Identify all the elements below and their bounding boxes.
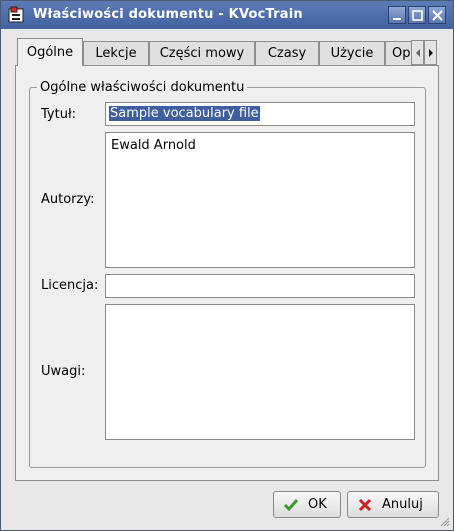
tab-label: Użycie: [330, 46, 374, 61]
close-icon: [432, 10, 443, 21]
checkmark-icon: [283, 499, 299, 512]
dialog-window: Właściwości dokumentu - KVocTrain Ogólne…: [0, 0, 454, 531]
tab-strip: Ogólne Lekcje Części mowy Czasy Użycie O…: [15, 31, 412, 67]
tab-general[interactable]: Ogólne: [17, 38, 83, 67]
tab-label: Lekcje: [95, 46, 137, 61]
authors-label: Autorzy:: [41, 192, 95, 207]
arrow-right-icon: [429, 49, 433, 57]
cancel-x-icon: [358, 498, 372, 512]
cancel-button[interactable]: Anuluj: [347, 491, 439, 518]
tab-parts-of-speech[interactable]: Części mowy: [149, 41, 255, 66]
resize-grip-icon[interactable]: [440, 517, 450, 527]
tab-options[interactable]: Op: [385, 41, 412, 66]
maximize-icon: [412, 10, 423, 21]
tab-lessons[interactable]: Lekcje: [83, 41, 149, 66]
title-input-value: Sample vocabulary file: [109, 106, 260, 121]
group-title: Ogólne właściwości dokumentu: [37, 80, 248, 95]
notes-textarea[interactable]: [105, 304, 415, 440]
license-input[interactable]: [105, 274, 415, 298]
ok-button[interactable]: OK: [273, 491, 341, 518]
tab-label: Ogólne: [26, 45, 74, 60]
arrow-left-icon: [416, 49, 420, 57]
close-window-button[interactable]: [428, 6, 446, 24]
window-title: Właściwości dokumentu - KVocTrain: [33, 7, 303, 22]
maximize-button[interactable]: [408, 6, 426, 24]
kvoctrain-app-icon: [8, 6, 24, 23]
cancel-button-label: Anuluj: [382, 497, 423, 512]
minimize-button[interactable]: [388, 6, 406, 24]
title-bar[interactable]: Właściwości dokumentu - KVocTrain: [1, 1, 453, 29]
ok-button-label: OK: [308, 497, 327, 512]
authors-textarea[interactable]: Ewald Arnold: [105, 132, 415, 268]
authors-value: Ewald Arnold: [111, 138, 196, 153]
tab-label: Części mowy: [159, 46, 245, 61]
tab-usage[interactable]: Użycie: [319, 41, 385, 66]
title-label: Tytuł:: [41, 107, 77, 122]
tab-scroll-left-button[interactable]: [411, 40, 424, 65]
tab-label: Czasy: [267, 46, 307, 61]
tab-scroll-right-button[interactable]: [424, 40, 437, 65]
tab-label: Op: [392, 46, 411, 61]
tab-tenses[interactable]: Czasy: [255, 41, 319, 66]
license-label: Licencja:: [41, 278, 99, 293]
notes-label: Uwagi:: [41, 364, 86, 379]
minimize-icon: [393, 18, 401, 20]
title-input[interactable]: Sample vocabulary file: [105, 102, 415, 126]
